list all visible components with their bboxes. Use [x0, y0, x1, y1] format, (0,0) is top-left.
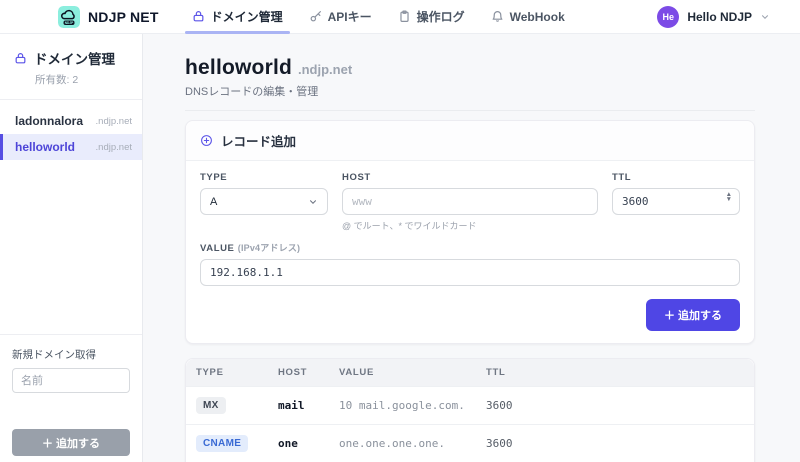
page-title-row: helloworld .ndjp.net [185, 56, 755, 80]
record-ttl: 3600 [486, 437, 744, 450]
record-value: 10 mail.google.com. [339, 399, 486, 412]
app-root: NDJP NDJP NET ドメイン管理 APIキー [0, 0, 800, 462]
chevron-down-icon [760, 12, 770, 22]
tab-webhook[interactable]: WebHook [478, 0, 578, 34]
add-record-button[interactable]: ＋ 追加する [646, 299, 740, 331]
tab-label: 操作ログ [417, 8, 465, 25]
tab-operation-log[interactable]: 操作ログ [385, 0, 478, 34]
nav-tabs: ドメイン管理 APIキー 操作ログ [179, 0, 658, 34]
lock-icon [192, 10, 205, 23]
records-table: TYPE HOST VALUE TTL MX mail 10 mail.goog… [185, 358, 755, 462]
layout: ドメイン管理 所有数: 2 ladonnalora .ndjp.net hell… [0, 34, 800, 462]
plus-circle-icon [200, 134, 213, 147]
tab-label: APIキー [328, 8, 372, 25]
sidebar: ドメイン管理 所有数: 2 ladonnalora .ndjp.net hell… [0, 34, 143, 462]
record-host: mail [278, 399, 339, 412]
new-domain-section: 新規ドメイン取得 ＋ 追加する [0, 334, 142, 462]
divider [0, 99, 142, 100]
type-select-value: A [210, 196, 217, 208]
add-domain-button[interactable]: ＋ 追加する [12, 429, 130, 456]
domain-suffix: .ndjp.net [96, 142, 132, 153]
type-label: TYPE [200, 172, 328, 183]
brand: NDJP NDJP NET [58, 6, 159, 28]
domain-name: helloworld [15, 140, 75, 154]
record-ttl: 3600 [486, 399, 744, 412]
chevron-down-icon [308, 197, 318, 207]
divider [185, 110, 755, 111]
add-record-card: レコード追加 TYPE A [185, 120, 755, 344]
record-type-badge: MX [196, 397, 226, 414]
tab-domain-management[interactable]: ドメイン管理 [179, 0, 296, 34]
record-type-badge: CNAME [196, 435, 248, 452]
ttl-label: TTL [612, 172, 740, 183]
sidebar-header: ドメイン管理 所有数: 2 [0, 34, 142, 87]
column-header-value: VALUE [339, 367, 486, 378]
table-row[interactable]: CNAME one one.one.one.one. 3600 [186, 424, 754, 462]
sidebar-title-label: ドメイン管理 [34, 48, 115, 68]
tab-label: ドメイン管理 [211, 8, 283, 25]
top-nav: NDJP NDJP NET ドメイン管理 APIキー [0, 0, 800, 34]
table-header-row: TYPE HOST VALUE TTL [186, 359, 754, 386]
bell-icon [491, 10, 504, 23]
column-header-ttl: TTL [486, 367, 744, 378]
key-icon [309, 10, 322, 23]
add-record-form: TYPE A HOST @ でルート、* でワイルドカード [186, 161, 754, 343]
page-title: helloworld [185, 56, 292, 80]
main-content: helloworld .ndjp.net DNSレコードの編集・管理 レコード追… [143, 34, 800, 462]
user-menu[interactable]: He Hello NDJP [657, 6, 770, 28]
column-header-type: TYPE [196, 367, 278, 378]
value-hint: (IPv4アドレス) [238, 243, 301, 253]
brand-name: NDJP NET [88, 9, 159, 25]
value-label: VALUE (IPv4アドレス) [200, 241, 740, 254]
domain-item-ladonnalora[interactable]: ladonnalora .ndjp.net [0, 108, 142, 134]
avatar: He [657, 6, 679, 28]
host-help-text: @ でルート、* でワイルドカード [342, 219, 598, 232]
column-header-host: HOST [278, 367, 339, 378]
new-domain-input[interactable] [12, 368, 130, 393]
svg-text:NDJP: NDJP [65, 21, 74, 25]
tab-api-key[interactable]: APIキー [296, 0, 385, 34]
domain-item-helloworld[interactable]: helloworld .ndjp.net [0, 134, 142, 160]
lock-icon [14, 52, 27, 65]
domain-suffix: .ndjp.net [96, 116, 132, 127]
value-input[interactable] [200, 259, 740, 286]
page-title-suffix: .ndjp.net [298, 62, 352, 77]
domain-name: ladonnalora [15, 114, 83, 128]
add-record-title: レコード追加 [221, 131, 296, 150]
tab-label: WebHook [510, 10, 565, 24]
user-name: Hello NDJP [687, 10, 752, 24]
type-select[interactable]: A [200, 188, 328, 215]
table-row[interactable]: MX mail 10 mail.google.com. 3600 [186, 386, 754, 424]
record-host: one [278, 437, 339, 450]
owned-count: 所有数: 2 [35, 72, 130, 87]
ttl-input[interactable] [612, 188, 740, 215]
add-record-header: レコード追加 [186, 121, 754, 161]
app-logo[interactable]: NDJP [58, 6, 80, 28]
host-label: HOST [342, 172, 598, 183]
page-subtitle: DNSレコードの編集・管理 [185, 83, 755, 99]
clipboard-icon [398, 10, 411, 23]
number-stepper[interactable]: ▲▼ [726, 192, 732, 202]
new-domain-label: 新規ドメイン取得 [12, 347, 130, 362]
cloud-logo-icon: NDJP [58, 6, 80, 28]
sidebar-title: ドメイン管理 [14, 48, 130, 68]
host-input[interactable] [342, 188, 598, 215]
record-value: one.one.one.one. [339, 437, 486, 450]
domain-list: ladonnalora .ndjp.net helloworld .ndjp.n… [0, 108, 142, 160]
